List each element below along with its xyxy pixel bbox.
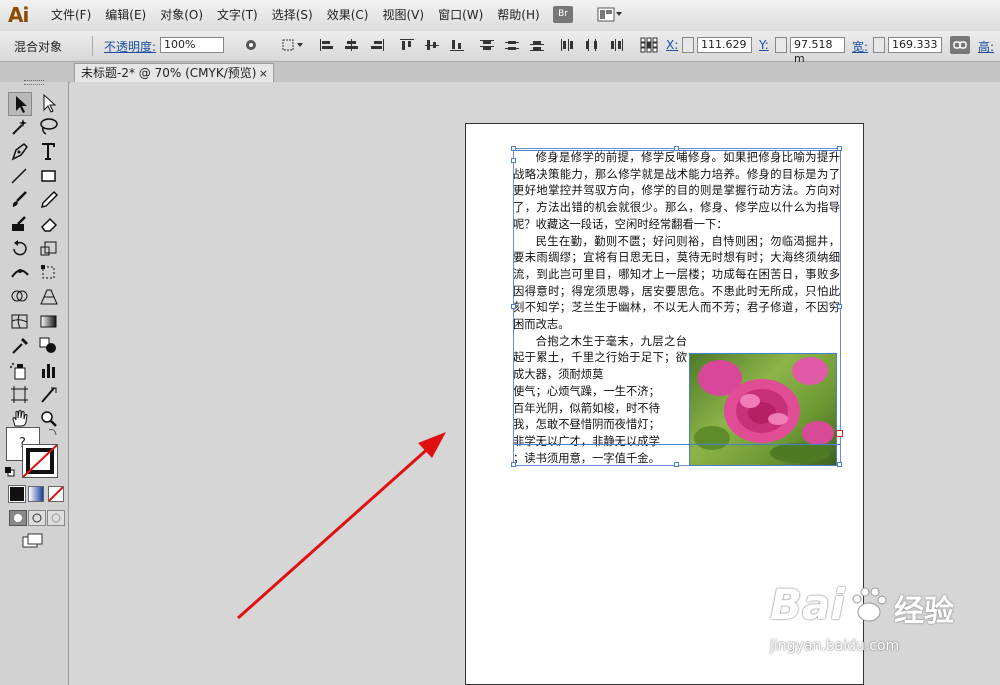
watermark-brand-suffix: 经验 <box>894 594 954 629</box>
watermark-brand: Bai <box>770 580 845 629</box>
baidu-watermark: Bai 经验 jingyan.baidu.com <box>760 580 990 685</box>
paw-logo-icon <box>852 587 887 622</box>
watermark-url: jingyan.baidu.com <box>770 638 900 654</box>
